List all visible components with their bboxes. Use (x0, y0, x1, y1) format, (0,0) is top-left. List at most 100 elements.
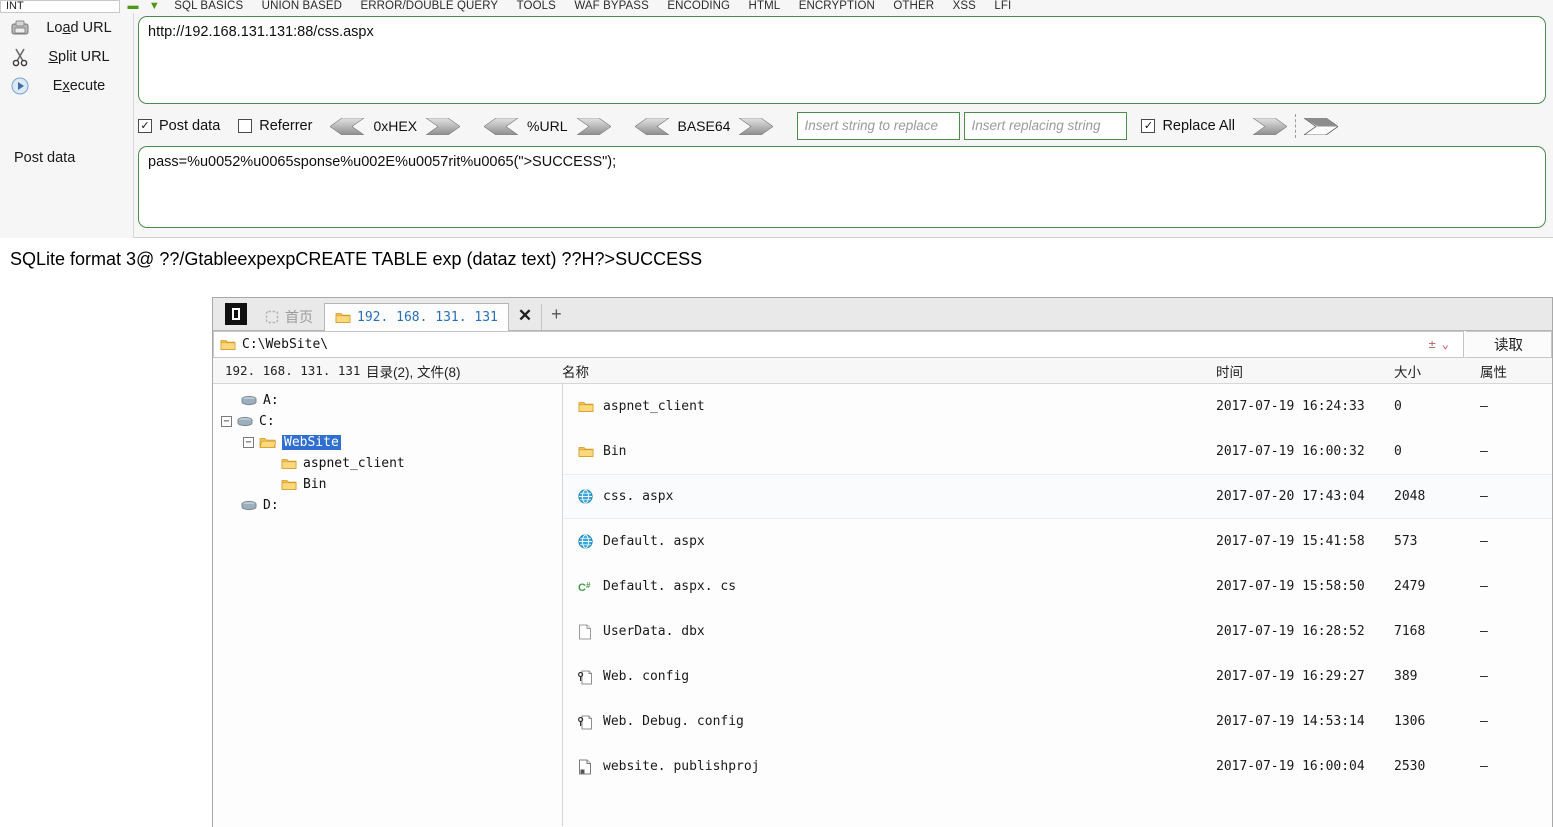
tree-item-aspnet-client[interactable]: aspnet_client (213, 453, 562, 474)
tree-item-aspnet-client-label: aspnet_client (303, 456, 405, 471)
split-url-label: Split URL (48, 48, 110, 65)
menu-tools[interactable]: TOOLS (510, 0, 563, 12)
menu-other[interactable]: OTHER (886, 0, 941, 12)
menu-sql-basics[interactable]: SQL BASICS (167, 0, 250, 12)
table-row[interactable]: UserData. dbx 2017-07-19 16:28:52 7168 – (563, 609, 1552, 654)
file-attr-cell: – (1480, 534, 1488, 549)
header-time[interactable]: 时间 (1216, 361, 1394, 381)
header-host: 192. 168. 131. 131 (225, 363, 361, 378)
tree-item-c-label: C: (259, 414, 275, 429)
tree-item-d[interactable]: D: (213, 495, 562, 516)
extra-chevron-icon[interactable] (1302, 117, 1339, 135)
table-row[interactable]: Bin 2017-07-19 16:00:32 0 – (563, 429, 1552, 474)
folder-icon (335, 311, 351, 324)
chevron-left-icon[interactable] (483, 117, 519, 135)
execute-icon (9, 75, 31, 97)
drive-icon (241, 500, 257, 511)
chevron-right-icon[interactable] (738, 117, 774, 135)
toolbar-divider (1294, 114, 1296, 138)
referrer-checkbox-label: Referrer (259, 118, 313, 134)
menu-union-based[interactable]: UNION BASED (255, 0, 349, 12)
url-encoder-label: %URL (527, 118, 568, 134)
referrer-checkbox-box (238, 119, 253, 133)
collapse-icon[interactable]: − (243, 437, 254, 448)
file-name-label: Web. config (603, 669, 690, 684)
table-row[interactable]: Default. aspx 2017-07-19 15:41:58 573 – (563, 519, 1552, 564)
table-row[interactable]: Web. Debug. config 2017-07-19 14:53:14 1… (563, 699, 1552, 744)
menu-error-double-query[interactable]: ERROR/DOUBLE QUERY (353, 0, 505, 12)
file-time-cell: 2017-07-19 16:00:32 (1216, 444, 1365, 459)
file-time-cell: 2017-07-19 14:53:14 (1216, 714, 1365, 729)
read-button[interactable]: 读取 (1466, 330, 1552, 358)
header-attr[interactable]: 属性 (1480, 361, 1552, 381)
tab-host[interactable]: 192. 168. 131. 131 (324, 303, 509, 331)
tree-item-website-label: WebSite (282, 435, 341, 450)
tree-item-website[interactable]: − WebSite (213, 432, 562, 453)
new-tab-icon[interactable]: + (541, 304, 571, 330)
post-data-sidebar-label: Post data (14, 150, 76, 166)
config-icon (578, 714, 594, 730)
file-size-cell: 389 (1394, 669, 1418, 684)
post-data-checkbox[interactable]: ✓ Post data (138, 118, 220, 134)
menu-waf-bypass[interactable]: WAF BYPASS (567, 0, 656, 12)
post-data-checkbox-box: ✓ (138, 119, 152, 133)
address-input[interactable]: C:\WebSite\ ± ⌄ (213, 330, 1464, 358)
file-size-cell: 2530 (1394, 759, 1426, 774)
file-time-cell: 2017-07-19 16:00:04 (1216, 759, 1365, 774)
close-icon[interactable]: ✕ (509, 306, 541, 330)
csharp-icon: C # (578, 580, 594, 594)
referrer-checkbox[interactable]: Referrer (238, 118, 312, 134)
chevron-right-icon[interactable] (425, 117, 461, 135)
config-icon (578, 669, 594, 685)
file-size-cell: 2048 (1394, 489, 1426, 504)
replace-to-input[interactable]: Insert replacing string (964, 112, 1128, 140)
tree-item-a[interactable]: A: (213, 390, 562, 411)
file-attr-cell: – (1480, 489, 1488, 504)
menu-html[interactable]: HTML (742, 0, 788, 12)
table-row[interactable]: C # Default. aspx. cs 2017-07-19 15:58:50… (563, 564, 1552, 609)
post-data-textarea[interactable]: pass=%u0052%u0065sponse%u002E%u0057rit%u… (138, 146, 1546, 228)
replace-all-checkbox-label: Replace All (1162, 118, 1235, 134)
minus-icon[interactable]: ▬ (127, 0, 138, 12)
table-row[interactable]: Web. config 2017-07-19 16:29:27 389 – (563, 654, 1552, 699)
chevron-left-icon[interactable] (633, 117, 670, 135)
split-url-button[interactable]: Split URL (0, 42, 133, 71)
response-output-text: SQLite format 3@ ??/GtableexpexpCREATE T… (10, 249, 703, 269)
tree-item-bin[interactable]: Bin (213, 474, 562, 495)
table-row[interactable]: css. aspx 2017-07-20 17:43:04 2048 – (563, 474, 1552, 519)
header-name[interactable]: 名称 (562, 361, 1216, 381)
file-name-cell: C # Default. aspx. cs (563, 579, 1216, 594)
file-name-label: Web. Debug. config (603, 714, 744, 729)
load-url-button[interactable]: Load URL (0, 13, 133, 42)
file-time-cell: 2017-07-19 16:28:52 (1216, 624, 1365, 639)
replace-all-checkbox[interactable]: ✓ Replace All (1141, 118, 1235, 134)
menu-lfi[interactable]: LFI (987, 0, 1018, 12)
base64-encoder-group: BASE64 (633, 117, 774, 135)
menu-xss[interactable]: XSS (946, 0, 983, 12)
file-icon (578, 624, 594, 640)
collapse-icon[interactable]: − (221, 416, 232, 427)
table-row[interactable]: aspnet_client 2017-07-19 16:24:33 0 – (563, 384, 1552, 429)
menu-encoding[interactable]: ENCODING (660, 0, 737, 12)
load-url-label: Load URL (46, 19, 112, 36)
down-arrow-icon[interactable]: ▼ (149, 0, 160, 12)
url-input[interactable]: http://192.168.131.131:88/css.aspx (138, 16, 1546, 104)
replace-apply-chevron-icon[interactable] (1252, 117, 1288, 135)
replace-from-input[interactable]: Insert string to replace (797, 112, 961, 140)
chevron-right-icon[interactable] (575, 117, 612, 135)
header-size[interactable]: 大小 (1394, 361, 1480, 381)
menu-encryption[interactable]: ENCRYPTION (792, 0, 882, 12)
int-input[interactable]: INT (0, 0, 120, 13)
hex-encoder-label: 0xHEX (373, 118, 418, 134)
stepper-icon[interactable]: ± (1423, 337, 1442, 351)
file-size-cell: 1306 (1394, 714, 1426, 729)
chevron-down-icon[interactable]: ⌄ (1442, 337, 1457, 351)
table-row[interactable]: website. publishproj 2017-07-19 16:00:04… (563, 744, 1552, 789)
execute-label: Execute (52, 77, 106, 94)
tree-item-c[interactable]: − C: (213, 411, 562, 432)
hex-encoder-group: 0xHEX (329, 117, 461, 135)
folder-icon (578, 445, 594, 458)
execute-button[interactable]: Execute (0, 71, 133, 100)
tab-home[interactable]: 首页 (254, 302, 324, 330)
chevron-left-icon[interactable] (329, 117, 366, 135)
